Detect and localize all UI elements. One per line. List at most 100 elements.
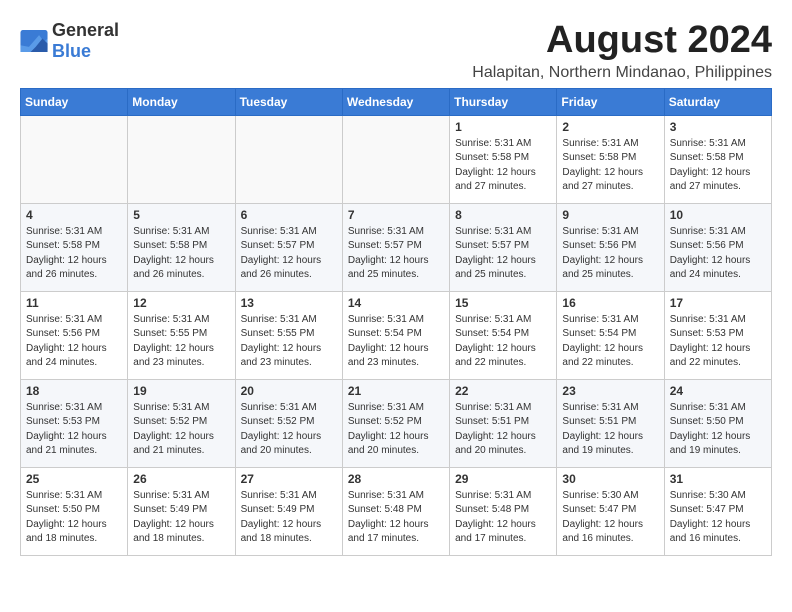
- calendar-cell: 11 Sunrise: 5:31 AM Sunset: 5:56 PM Dayli…: [21, 291, 128, 379]
- page-header: General Blue August 2024 Halapitan, Nort…: [20, 20, 772, 82]
- cell-content: Sunrise: 5:30 AM Sunset: 5:47 PM Dayligh…: [562, 489, 658, 547]
- calendar-cell: 19 Sunrise: 5:31 AM Sunset: 5:52 PM Dayli…: [128, 379, 235, 467]
- day-number: 26: [133, 472, 229, 486]
- cell-content: Sunrise: 5:31 AM Sunset: 5:58 PM Dayligh…: [562, 137, 658, 195]
- calendar-cell: [342, 115, 449, 203]
- calendar-cell: 2 Sunrise: 5:31 AM Sunset: 5:58 PM Daylig…: [557, 115, 664, 203]
- cell-content: Sunrise: 5:31 AM Sunset: 5:56 PM Dayligh…: [670, 225, 766, 283]
- day-number: 8: [455, 208, 551, 222]
- calendar-cell: 3 Sunrise: 5:31 AM Sunset: 5:58 PM Daylig…: [664, 115, 771, 203]
- cell-content: Sunrise: 5:31 AM Sunset: 5:57 PM Dayligh…: [241, 225, 337, 283]
- calendar-cell: 24 Sunrise: 5:31 AM Sunset: 5:50 PM Dayli…: [664, 379, 771, 467]
- day-number: 7: [348, 208, 444, 222]
- day-number: 29: [455, 472, 551, 486]
- calendar-cell: 6 Sunrise: 5:31 AM Sunset: 5:57 PM Daylig…: [235, 203, 342, 291]
- day-number: 19: [133, 384, 229, 398]
- calendar-cell: 16Sunrise: 5:31 AM Sunset: 5:54 PM Dayli…: [557, 291, 664, 379]
- calendar-cell: [235, 115, 342, 203]
- calendar-cell: 10 Sunrise: 5:31 AM Sunset: 5:56 PM Dayli…: [664, 203, 771, 291]
- header-wednesday: Wednesday: [342, 88, 449, 115]
- cell-content: Sunrise: 5:31 AM Sunset: 5:49 PM Dayligh…: [241, 489, 337, 547]
- day-number: 4: [26, 208, 122, 222]
- cell-content: Sunrise: 5:31 AM Sunset: 5:53 PM Dayligh…: [26, 401, 122, 459]
- calendar-cell: 12Sunrise: 5:31 AM Sunset: 5:55 PM Dayli…: [128, 291, 235, 379]
- calendar-cell: 17 Sunrise: 5:31 AM Sunset: 5:53 PM Dayli…: [664, 291, 771, 379]
- cell-content: Sunrise: 5:31 AM Sunset: 5:55 PM Dayligh…: [241, 313, 337, 371]
- calendar-cell: 1 Sunrise: 5:31 AM Sunset: 5:58 PM Daylig…: [450, 115, 557, 203]
- cell-content: Sunrise: 5:31 AM Sunset: 5:57 PM Dayligh…: [455, 225, 551, 283]
- cell-content: Sunrise: 5:31 AM Sunset: 5:56 PM Dayligh…: [562, 225, 658, 283]
- logo: General Blue: [20, 20, 119, 62]
- cell-content: Sunrise: 5:31 AM Sunset: 5:54 PM Dayligh…: [455, 313, 551, 371]
- calendar-cell: 23Sunrise: 5:31 AM Sunset: 5:51 PM Dayli…: [557, 379, 664, 467]
- day-number: 11: [26, 296, 122, 310]
- cell-content: Sunrise: 5:31 AM Sunset: 5:52 PM Dayligh…: [241, 401, 337, 459]
- cell-content: Sunrise: 5:31 AM Sunset: 5:55 PM Dayligh…: [133, 313, 229, 371]
- cell-content: Sunrise: 5:31 AM Sunset: 5:53 PM Dayligh…: [670, 313, 766, 371]
- day-number: 3: [670, 120, 766, 134]
- cell-content: Sunrise: 5:31 AM Sunset: 5:58 PM Dayligh…: [133, 225, 229, 283]
- cell-content: Sunrise: 5:31 AM Sunset: 5:52 PM Dayligh…: [133, 401, 229, 459]
- day-number: 10: [670, 208, 766, 222]
- day-number: 22: [455, 384, 551, 398]
- day-number: 25: [26, 472, 122, 486]
- header-tuesday: Tuesday: [235, 88, 342, 115]
- calendar-cell: 4 Sunrise: 5:31 AM Sunset: 5:58 PM Daylig…: [21, 203, 128, 291]
- cell-content: Sunrise: 5:31 AM Sunset: 5:49 PM Dayligh…: [133, 489, 229, 547]
- header-thursday: Thursday: [450, 88, 557, 115]
- calendar-header-row: Sunday Monday Tuesday Wednesday Thursday…: [21, 88, 772, 115]
- calendar-cell: 20Sunrise: 5:31 AM Sunset: 5:52 PM Dayli…: [235, 379, 342, 467]
- cell-content: Sunrise: 5:31 AM Sunset: 5:58 PM Dayligh…: [670, 137, 766, 195]
- calendar-cell: 9 Sunrise: 5:31 AM Sunset: 5:56 PM Daylig…: [557, 203, 664, 291]
- cell-content: Sunrise: 5:31 AM Sunset: 5:51 PM Dayligh…: [455, 401, 551, 459]
- cell-content: Sunrise: 5:31 AM Sunset: 5:57 PM Dayligh…: [348, 225, 444, 283]
- calendar-cell: 31 Sunrise: 5:30 AM Sunset: 5:47 PM Dayli…: [664, 467, 771, 555]
- cell-content: Sunrise: 5:31 AM Sunset: 5:54 PM Dayligh…: [562, 313, 658, 371]
- calendar-week-row: 1 Sunrise: 5:31 AM Sunset: 5:58 PM Daylig…: [21, 115, 772, 203]
- calendar-cell: 15 Sunrise: 5:31 AM Sunset: 5:54 PM Dayli…: [450, 291, 557, 379]
- calendar-cell: 7 Sunrise: 5:31 AM Sunset: 5:57 PM Daylig…: [342, 203, 449, 291]
- day-number: 2: [562, 120, 658, 134]
- calendar-cell: 27Sunrise: 5:31 AM Sunset: 5:49 PM Dayli…: [235, 467, 342, 555]
- logo-text: General Blue: [52, 20, 119, 62]
- header-sunday: Sunday: [21, 88, 128, 115]
- calendar-cell: 18 Sunrise: 5:31 AM Sunset: 5:53 PM Dayli…: [21, 379, 128, 467]
- calendar-cell: 13 Sunrise: 5:31 AM Sunset: 5:55 PM Dayli…: [235, 291, 342, 379]
- calendar-cell: 26 Sunrise: 5:31 AM Sunset: 5:49 PM Dayli…: [128, 467, 235, 555]
- cell-content: Sunrise: 5:31 AM Sunset: 5:52 PM Dayligh…: [348, 401, 444, 459]
- title-block: August 2024 Halapitan, Northern Mindanao…: [472, 20, 772, 82]
- day-number: 1: [455, 120, 551, 134]
- cell-content: Sunrise: 5:31 AM Sunset: 5:58 PM Dayligh…: [455, 137, 551, 195]
- cell-content: Sunrise: 5:31 AM Sunset: 5:50 PM Dayligh…: [26, 489, 122, 547]
- day-number: 15: [455, 296, 551, 310]
- cell-content: Sunrise: 5:31 AM Sunset: 5:56 PM Dayligh…: [26, 313, 122, 371]
- header-monday: Monday: [128, 88, 235, 115]
- day-number: 31: [670, 472, 766, 486]
- day-number: 17: [670, 296, 766, 310]
- cell-content: Sunrise: 5:31 AM Sunset: 5:48 PM Dayligh…: [348, 489, 444, 547]
- calendar-cell: 21 Sunrise: 5:31 AM Sunset: 5:52 PM Dayli…: [342, 379, 449, 467]
- day-number: 18: [26, 384, 122, 398]
- calendar-cell: 22 Sunrise: 5:31 AM Sunset: 5:51 PM Dayli…: [450, 379, 557, 467]
- calendar-week-row: 11 Sunrise: 5:31 AM Sunset: 5:56 PM Dayli…: [21, 291, 772, 379]
- day-number: 5: [133, 208, 229, 222]
- calendar-cell: 14 Sunrise: 5:31 AM Sunset: 5:54 PM Dayli…: [342, 291, 449, 379]
- cell-content: Sunrise: 5:31 AM Sunset: 5:54 PM Dayligh…: [348, 313, 444, 371]
- calendar-cell: 30Sunrise: 5:30 AM Sunset: 5:47 PM Dayli…: [557, 467, 664, 555]
- day-number: 9: [562, 208, 658, 222]
- day-number: 21: [348, 384, 444, 398]
- day-number: 24: [670, 384, 766, 398]
- calendar-week-row: 4 Sunrise: 5:31 AM Sunset: 5:58 PM Daylig…: [21, 203, 772, 291]
- day-number: 14: [348, 296, 444, 310]
- header-friday: Friday: [557, 88, 664, 115]
- calendar-cell: 8 Sunrise: 5:31 AM Sunset: 5:57 PM Daylig…: [450, 203, 557, 291]
- cell-content: Sunrise: 5:31 AM Sunset: 5:58 PM Dayligh…: [26, 225, 122, 283]
- cell-content: Sunrise: 5:30 AM Sunset: 5:47 PM Dayligh…: [670, 489, 766, 547]
- cell-content: Sunrise: 5:31 AM Sunset: 5:50 PM Dayligh…: [670, 401, 766, 459]
- location: Halapitan, Northern Mindanao, Philippine…: [472, 64, 772, 82]
- day-number: 6: [241, 208, 337, 222]
- month-year: August 2024: [472, 20, 772, 62]
- day-number: 13: [241, 296, 337, 310]
- calendar-cell: [21, 115, 128, 203]
- calendar-cell: 29Sunrise: 5:31 AM Sunset: 5:48 PM Dayli…: [450, 467, 557, 555]
